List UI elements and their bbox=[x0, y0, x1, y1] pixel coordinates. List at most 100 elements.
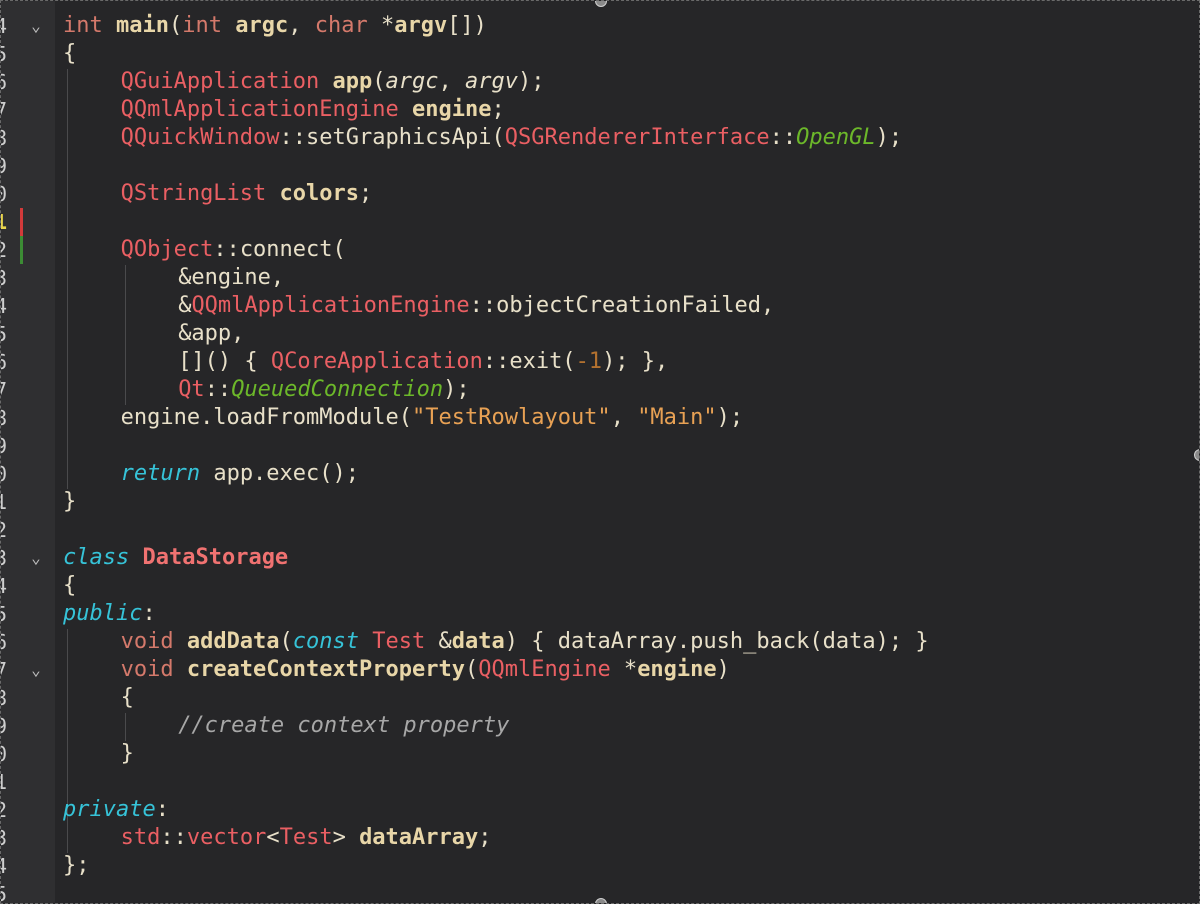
code-token: < bbox=[266, 825, 280, 850]
code-line[interactable]: 8 engine.loadFromModule("TestRowlayout", … bbox=[1, 404, 1199, 432]
line-number: 4 bbox=[1, 572, 15, 600]
code-token: public bbox=[63, 601, 143, 626]
code-text: { bbox=[121, 684, 134, 712]
code-token: ); bbox=[716, 405, 744, 430]
resize-handle-right[interactable] bbox=[1194, 449, 1199, 461]
code-line[interactable]: 9 //create context property bbox=[1, 712, 1199, 740]
line-number: 8 bbox=[1, 404, 15, 432]
code-line[interactable]: 0 QStringList colors; bbox=[1, 180, 1199, 208]
code-line[interactable]: 3 std::vector<Test> dataArray; bbox=[1, 824, 1199, 852]
code-line[interactable]: 2 private: bbox=[1, 796, 1199, 824]
code-token: &engine, bbox=[178, 265, 285, 290]
code-text: QQmlApplicationEngine engine; bbox=[121, 96, 505, 124]
code-token: ); }, bbox=[602, 349, 669, 374]
code-text: QQuickWindow::setGraphicsApi(QSGRenderer… bbox=[121, 124, 903, 152]
code-text: class DataStorage bbox=[63, 544, 288, 572]
line-number: 2 bbox=[1, 236, 15, 264]
code-text: { bbox=[63, 40, 76, 68]
code-token: QQuickWindow bbox=[120, 125, 280, 150]
line-number: 5 bbox=[1, 600, 15, 628]
line-number: 9 bbox=[1, 712, 15, 740]
code-token: connect bbox=[239, 237, 333, 262]
line-number: 6 bbox=[1, 68, 15, 96]
line-number: 4 bbox=[1, 852, 15, 880]
code-line[interactable]: 7 ⌄ void createContextProperty(QQmlEngine … bbox=[1, 656, 1199, 684]
code-token: ; bbox=[478, 825, 492, 850]
resize-handle-top[interactable] bbox=[595, 1, 607, 7]
code-token: ( bbox=[332, 237, 346, 262]
code-token: engine bbox=[412, 97, 492, 122]
resize-handle-bottom[interactable] bbox=[595, 898, 607, 903]
code-line[interactable]: 1 bbox=[1, 208, 1199, 236]
code-line[interactable]: 3&engine, bbox=[1, 264, 1199, 292]
line-number: 9 bbox=[1, 432, 15, 460]
code-line[interactable]: 9 bbox=[1, 152, 1199, 180]
line-number: 2 bbox=[1, 796, 15, 824]
code-line[interactable]: 4&QQmlApplicationEngine::objectCreationF… bbox=[1, 292, 1199, 320]
code-token: { bbox=[120, 685, 134, 710]
code-line[interactable]: 7 Qt::QueuedConnection); bbox=[1, 376, 1199, 404]
code-token: std bbox=[120, 825, 161, 850]
code-token: QCoreApplication bbox=[270, 349, 483, 374]
line-number: 4 bbox=[1, 12, 15, 40]
code-token: QSGRendererInterface bbox=[504, 125, 770, 150]
code-token: argv bbox=[394, 13, 448, 38]
code-token: :: bbox=[482, 349, 510, 374]
code-line[interactable]: 0} bbox=[1, 740, 1199, 768]
code-token: createContextProperty bbox=[186, 657, 465, 682]
fold-chevron-icon[interactable]: ⌄ bbox=[27, 12, 45, 40]
code-token: exit( bbox=[509, 349, 576, 374]
code-line[interactable]: 5 public: bbox=[1, 600, 1199, 628]
code-token: :: bbox=[769, 125, 797, 150]
code-line[interactable]: 6 QGuiApplication app(argc, argv); bbox=[1, 68, 1199, 96]
code-token: main bbox=[116, 13, 169, 38]
code-text: std::vector<Test> dataArray; bbox=[121, 824, 492, 852]
code-line[interactable]: 8 QQuickWindow::setGraphicsApi(QSGRendere… bbox=[1, 124, 1199, 152]
code-line[interactable]: 2 QObject::connect( bbox=[1, 236, 1199, 264]
code-line[interactable]: 8{ bbox=[1, 684, 1199, 712]
fold-chevron-icon[interactable]: ⌄ bbox=[27, 656, 45, 684]
code-line[interactable]: 2 bbox=[1, 516, 1199, 544]
code-token: :: bbox=[204, 377, 232, 402]
code-line[interactable]: 9 bbox=[1, 432, 1199, 460]
modified-line-marker bbox=[20, 208, 23, 236]
code-line[interactable]: 0 return app.exec(); bbox=[1, 460, 1199, 488]
code-token: QQmlApplicationEngine bbox=[191, 293, 470, 318]
code-text: public: bbox=[63, 600, 156, 628]
code-token: Qt bbox=[178, 377, 205, 402]
code-token: int bbox=[63, 13, 103, 38]
code-token: { bbox=[63, 41, 77, 66]
code-line[interactable]: 6 void addData(const Test &data) { dataAr… bbox=[1, 628, 1199, 656]
fold-chevron-icon[interactable]: ⌄ bbox=[27, 544, 45, 572]
code-line[interactable]: 4}; bbox=[1, 852, 1199, 880]
code-token: : bbox=[155, 797, 169, 822]
code-line[interactable]: 7 QQmlApplicationEngine engine; bbox=[1, 96, 1199, 124]
code-token: setGraphicsApi bbox=[306, 125, 492, 150]
code-token: ( bbox=[464, 657, 479, 682]
code-line[interactable]: 4⌄int main(int argc, char *argv[]) bbox=[1, 12, 1199, 40]
code-token: OpenGL bbox=[796, 125, 876, 150]
code-editor[interactable]: 4⌄int main(int argc, char *argv[])5{6QGu… bbox=[0, 0, 1200, 904]
code-line[interactable]: 1} bbox=[1, 488, 1199, 516]
line-number: 1 bbox=[1, 488, 15, 516]
code-text: } bbox=[121, 740, 134, 768]
code-token: QQmlApplicationEngine bbox=[120, 97, 399, 122]
code-token: , bbox=[288, 13, 315, 38]
code-line[interactable]: 4{ bbox=[1, 572, 1199, 600]
code-text: private: bbox=[63, 796, 169, 824]
code-line[interactable]: 5&app, bbox=[1, 320, 1199, 348]
code-line[interactable]: 6 []() { QCoreApplication::exit(-1); }, bbox=[1, 348, 1199, 376]
code-line[interactable]: 1 bbox=[1, 768, 1199, 796]
code-text: []() { QCoreApplication::exit(-1); }, bbox=[178, 348, 668, 376]
code-token: QQmlEngine bbox=[478, 657, 611, 682]
code-line[interactable]: 5{ bbox=[1, 40, 1199, 68]
code-line[interactable]: 3 ⌄ class DataStorage bbox=[1, 544, 1199, 572]
code-text: &QQmlApplicationEngine::objectCreationFa… bbox=[178, 292, 774, 320]
code-token: } bbox=[120, 741, 134, 766]
code-token: vector bbox=[186, 825, 267, 850]
line-number: 6 bbox=[1, 628, 15, 656]
code-token: :: bbox=[279, 125, 307, 150]
